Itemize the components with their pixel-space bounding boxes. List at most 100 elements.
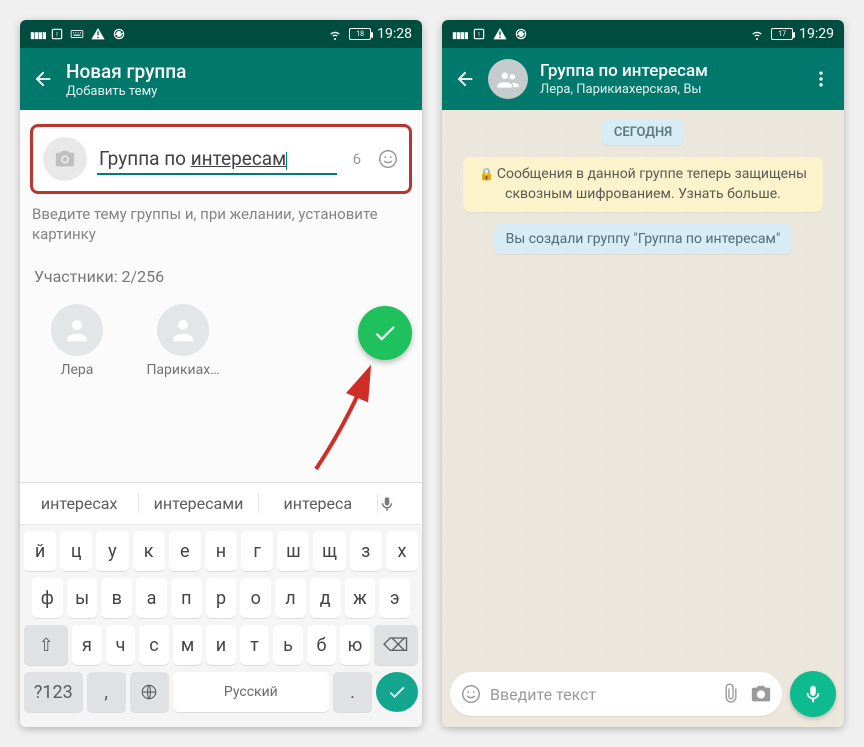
page-title: Новая группа (66, 60, 186, 83)
keyboard-icon (70, 27, 84, 41)
key[interactable]: ф (32, 578, 63, 618)
emoji-icon[interactable] (460, 683, 482, 705)
confirm-fab[interactable] (358, 306, 412, 360)
key[interactable]: ц (60, 531, 92, 571)
key[interactable]: т (240, 625, 270, 665)
sync-icon (514, 27, 528, 41)
key[interactable]: г (241, 531, 273, 571)
key[interactable]: р (206, 578, 237, 618)
key[interactable]: ч (106, 625, 136, 665)
enter-key[interactable] (376, 672, 418, 712)
participant[interactable]: Парикиах… (144, 304, 222, 378)
svg-text:!: ! (56, 30, 58, 38)
create-group-area: Группа по интересам 6 Введите тему групп… (20, 110, 422, 482)
lock-icon: 🔒 (479, 167, 494, 181)
warning-icon (90, 26, 106, 42)
participant-name: Лера (61, 362, 94, 378)
hint-text: Введите тему группы и, при желании, уста… (30, 204, 412, 245)
key[interactable]: д (310, 578, 341, 618)
key[interactable]: ?123 (24, 672, 83, 712)
svg-text:!: ! (478, 30, 480, 38)
chat-input-placeholder: Введите текст (490, 685, 712, 704)
key[interactable]: е (169, 531, 201, 571)
date-label: СЕГОДНЯ (602, 120, 684, 145)
key[interactable]: , (87, 672, 126, 712)
notif-icon: ! (472, 27, 486, 41)
status-time: 19:29 (799, 26, 834, 42)
key[interactable]: . (333, 672, 372, 712)
key[interactable]: л (275, 578, 306, 618)
chat-title[interactable]: Группа по интересам (540, 61, 708, 81)
group-avatar[interactable] (488, 59, 528, 99)
suggestion[interactable]: интересах (20, 494, 139, 513)
char-remaining: 6 (347, 150, 367, 168)
key[interactable]: ш (277, 531, 309, 571)
back-icon[interactable] (454, 68, 476, 90)
phone-left: ! 18 19:28 Новая группа Добавить (20, 20, 422, 727)
key[interactable]: я (72, 625, 102, 665)
key[interactable]: к (133, 531, 165, 571)
chat-input[interactable]: Введите текст (450, 672, 782, 716)
phone-right: ! 17 19:29 Группа по интересам Лера, Па (442, 20, 844, 727)
key[interactable]: с (139, 625, 169, 665)
chat-body: СЕГОДНЯ 🔒Сообщения в данной группе тепер… (442, 110, 844, 665)
key[interactable]: ⌫ (374, 625, 418, 665)
statusbar-right: ! 17 19:29 (442, 20, 844, 48)
key[interactable]: з (350, 531, 382, 571)
key[interactable]: п (171, 578, 202, 618)
participants-list: Лера Парикиах… (30, 304, 412, 378)
wifi-icon (327, 26, 343, 42)
key[interactable]: х (386, 531, 418, 571)
battery-icon: 18 (349, 28, 371, 40)
key[interactable]: о (240, 578, 271, 618)
key[interactable]: э (379, 578, 410, 618)
key[interactable]: н (205, 531, 237, 571)
page-subtitle: Добавить тему (66, 84, 186, 99)
more-icon[interactable] (810, 68, 832, 90)
chat-input-bar: Введите текст (442, 665, 844, 727)
notif-icon: ! (50, 27, 64, 41)
key[interactable]: ю (340, 625, 370, 665)
signal-icon (452, 27, 466, 41)
keyboard: интересах интересами интереса йцукенгшщз… (20, 482, 422, 727)
statusbar-left: ! 18 19:28 (20, 20, 422, 48)
camera-icon[interactable] (750, 683, 772, 705)
chat-subtitle: Лера, Парикиахерская, Вы (540, 82, 708, 97)
attach-icon[interactable] (720, 683, 742, 705)
key[interactable]: й (24, 531, 56, 571)
back-icon[interactable] (32, 68, 54, 90)
key[interactable]: ж (345, 578, 376, 618)
key[interactable]: щ (313, 531, 345, 571)
status-time: 19:28 (377, 26, 412, 42)
sync-icon (112, 27, 126, 41)
participant-name: Парикиах… (146, 362, 219, 378)
emoji-button[interactable] (377, 148, 399, 170)
globe-key[interactable] (130, 672, 169, 712)
participant[interactable]: Лера (38, 304, 116, 378)
key[interactable]: и (206, 625, 236, 665)
key[interactable]: а (136, 578, 167, 618)
key[interactable]: Русский (173, 672, 329, 712)
suggestion[interactable]: интереса (259, 494, 378, 513)
toolbar-left: Новая группа Добавить тему (20, 48, 422, 110)
suggestion-row: интересах интересами интереса (20, 483, 422, 525)
key[interactable]: м (173, 625, 203, 665)
mic-button[interactable] (790, 671, 836, 717)
key[interactable]: б (307, 625, 337, 665)
toolbar-right: Группа по интересам Лера, Парикиахерская… (442, 48, 844, 110)
group-name-row: Группа по интересам 6 (30, 124, 412, 194)
wifi-icon (749, 26, 765, 42)
battery-icon: 17 (771, 28, 793, 40)
suggestion[interactable]: интересами (139, 494, 258, 513)
key[interactable]: ⇧ (24, 625, 68, 665)
group-photo-button[interactable] (43, 137, 87, 181)
participants-label: Участники: 2/256 (30, 267, 412, 286)
group-name-input[interactable]: Группа по интересам (97, 144, 337, 175)
avatar (157, 304, 209, 356)
key[interactable]: ы (67, 578, 98, 618)
encryption-notice[interactable]: 🔒Сообщения в данной группе теперь защище… (463, 157, 823, 212)
key[interactable]: ь (273, 625, 303, 665)
key[interactable]: у (96, 531, 128, 571)
mic-icon[interactable] (378, 495, 422, 513)
key[interactable]: в (101, 578, 132, 618)
